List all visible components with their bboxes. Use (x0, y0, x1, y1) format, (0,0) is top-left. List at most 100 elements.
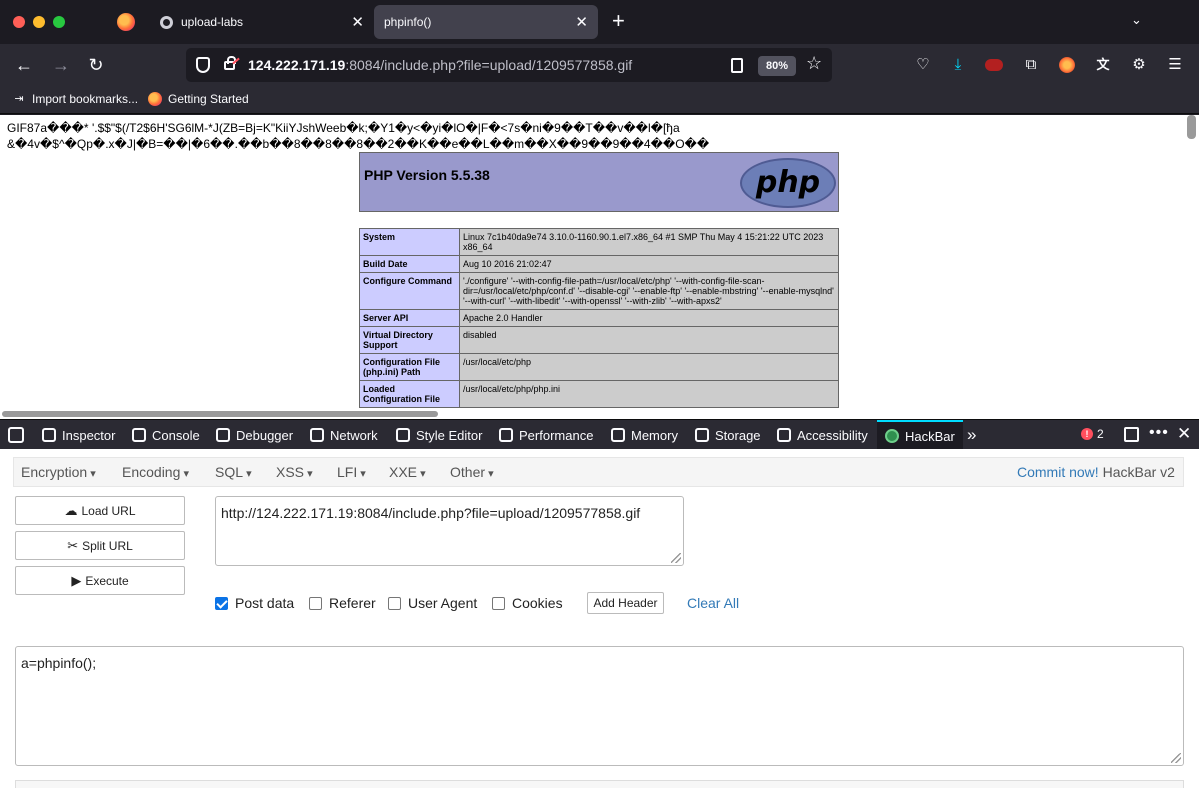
extension-icon[interactable] (984, 55, 1004, 75)
dock-side-icon[interactable] (1124, 427, 1139, 442)
back-arrow-icon[interactable]: ← (11, 52, 37, 78)
button-label: Split URL (82, 538, 133, 553)
tab-inspector[interactable]: Inspector (42, 420, 115, 450)
chevron-down-icon[interactable]: ⌄ (1131, 12, 1142, 28)
tab-close-icon[interactable]: ✕ (351, 13, 364, 31)
table-row: Configure Command './configure' '--with-… (359, 272, 839, 310)
bookmark-star-icon[interactable]: ☆ (806, 53, 822, 74)
tab-memory[interactable]: Memory (611, 420, 678, 450)
tab-storage[interactable]: Storage (695, 420, 761, 450)
table-row: Configuration File (php.ini) Path /usr/l… (359, 353, 839, 381)
clear-all-link[interactable]: Clear All (687, 595, 739, 611)
php-logo[interactable]: php (740, 158, 836, 208)
gif-raw-text: &�4v�$^�Qp�.x�J|�B=��|�6��.��b��8��8��8�… (7, 137, 710, 151)
bookmark-import[interactable]: ⇥ Import bookmarks... (12, 92, 138, 106)
more-tabs-icon[interactable]: » (967, 425, 976, 445)
error-icon: ! (1081, 428, 1093, 440)
checkbox-checked[interactable] (215, 596, 228, 610)
table-row: Virtual Directory Support disabled (359, 326, 839, 354)
window-close-button[interactable] (13, 16, 25, 28)
tab-hackbar[interactable]: HackBar (877, 420, 963, 450)
cookies-checkbox[interactable]: Cookies (492, 595, 563, 611)
tab-phpinfo[interactable]: phpinfo() ✕ (374, 5, 598, 39)
url-text[interactable]: 124.222.171.19:8084/include.php?file=upl… (248, 57, 632, 73)
referer-checkbox[interactable]: Referer (309, 595, 376, 611)
bookmark-getting-started[interactable]: Getting Started (148, 92, 249, 106)
tab-strip: upload-labs ✕ phpinfo() ✕ + ⌄ (0, 0, 1199, 44)
extension-fox-icon[interactable] (1057, 55, 1077, 75)
post-data-checkbox[interactable]: Post data (215, 595, 294, 611)
tab-console[interactable]: Console (132, 420, 200, 450)
commit-now-link[interactable]: Commit now! (1017, 464, 1099, 480)
menu-lfi[interactable]: LFI (337, 464, 366, 480)
puzzle-icon[interactable]: ⧉ (1021, 55, 1041, 75)
reload-icon[interactable]: ↻ (83, 52, 109, 78)
menu-sql[interactable]: SQL (215, 464, 252, 480)
checkbox[interactable] (388, 596, 401, 610)
bookmark-label: Import bookmarks... (32, 92, 139, 106)
tab-performance[interactable]: Performance (499, 420, 593, 450)
post-data-textarea[interactable]: a=phpinfo(); (15, 646, 1184, 766)
zoom-level-badge[interactable]: 80% (758, 56, 796, 76)
more-options-icon[interactable]: ••• (1149, 424, 1169, 442)
window-maximize-button[interactable] (53, 16, 65, 28)
info-key: System (359, 228, 460, 256)
tab-close-icon[interactable]: ✕ (575, 13, 588, 31)
window-minimize-button[interactable] (33, 16, 45, 28)
table-row: Loaded Configuration File /usr/local/etc… (359, 380, 839, 408)
error-count-badge[interactable]: ! 2 (1081, 427, 1104, 441)
hamburger-menu-icon[interactable]: ☰ (1165, 55, 1185, 75)
shield-icon[interactable] (196, 57, 210, 73)
devtools-close-icon[interactable]: ✕ (1177, 424, 1191, 444)
new-tab-icon[interactable]: + (612, 9, 625, 33)
insecure-lock-icon[interactable] (224, 56, 236, 70)
pocket-icon[interactable]: ♡ (913, 55, 933, 75)
tab-style-editor[interactable]: Style Editor (396, 420, 482, 450)
info-key: Loaded Configuration File (359, 380, 460, 408)
tab-label: Debugger (236, 427, 294, 443)
info-value: disabled (459, 326, 839, 354)
tab-label: Style Editor (416, 427, 483, 443)
post-data-value: a=phpinfo(); (21, 655, 97, 671)
vertical-scrollbar[interactable] (1187, 115, 1196, 139)
checkbox-label: Post data (235, 595, 295, 611)
menu-xss[interactable]: XSS (276, 464, 313, 480)
tab-label: Accessibility (797, 427, 868, 443)
tab-network[interactable]: Network (310, 420, 378, 450)
menu-encoding[interactable]: Encoding (122, 464, 189, 480)
reader-view-icon[interactable] (731, 58, 743, 73)
settings-gear-icon[interactable]: ⚙ (1129, 55, 1149, 75)
resize-handle[interactable] (1171, 753, 1181, 763)
tab-label: Network (330, 427, 378, 443)
user-agent-checkbox[interactable]: User Agent (388, 595, 477, 611)
tab-upload-labs[interactable]: upload-labs ✕ (150, 5, 374, 39)
tab-accessibility[interactable]: Accessibility (777, 420, 868, 450)
load-url-button[interactable]: ☁ Load URL (15, 496, 185, 525)
table-row: Server API Apache 2.0 Handler (359, 309, 839, 327)
tab-debugger[interactable]: Debugger (216, 420, 293, 450)
translate-icon[interactable]: 文 (1093, 55, 1113, 75)
element-picker-icon[interactable] (8, 427, 24, 443)
download-icon[interactable]: ⤓ (948, 55, 968, 75)
horizontal-scrollbar[interactable] (2, 411, 438, 417)
forward-arrow-icon[interactable]: → (48, 52, 74, 78)
menu-encryption[interactable]: Encryption (21, 464, 96, 480)
devtools-toolbar: Inspector Console Debugger Network Style… (0, 419, 1199, 450)
url-bar[interactable]: 124.222.171.19:8084/include.php?file=upl… (186, 48, 832, 82)
execute-button[interactable]: ▶ Execute (15, 566, 185, 595)
resize-handle[interactable] (671, 553, 681, 563)
table-row: System Linux 7c1b40da9e74 3.10.0-1160.90… (359, 228, 839, 256)
split-url-button[interactable]: ✂ Split URL (15, 531, 185, 560)
add-header-button[interactable]: Add Header (587, 592, 664, 614)
info-key: Configuration File (php.ini) Path (359, 353, 460, 381)
inspector-icon (42, 428, 56, 442)
checkbox[interactable] (492, 596, 505, 610)
checkbox[interactable] (309, 596, 322, 610)
url-textarea[interactable]: http://124.222.171.19:8084/include.php?f… (215, 496, 684, 566)
firefox-view-icon[interactable] (117, 13, 135, 31)
info-key: Server API (359, 309, 460, 327)
menu-other[interactable]: Other (450, 464, 494, 480)
menu-xxe[interactable]: XXE (389, 464, 426, 480)
network-icon (310, 428, 324, 442)
scissors-icon: ✂ (67, 537, 79, 553)
